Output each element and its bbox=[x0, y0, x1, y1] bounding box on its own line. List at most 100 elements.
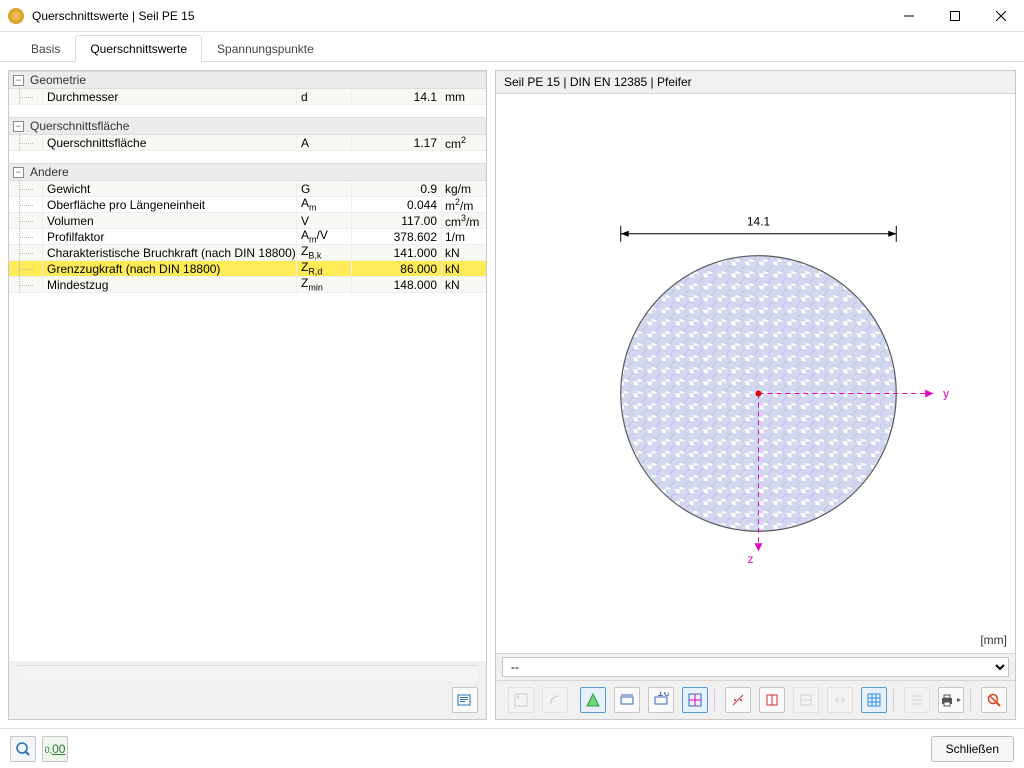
table-row[interactable]: Gewicht G 0.9 kg/m bbox=[9, 181, 486, 197]
prop-label: Querschnittsfläche bbox=[43, 136, 296, 150]
table-row[interactable]: Durchmesser d 14.1 mm bbox=[9, 89, 486, 105]
collapse-icon[interactable]: − bbox=[13, 75, 24, 86]
section-title: Querschnittsfläche bbox=[30, 119, 129, 133]
close-window-button[interactable] bbox=[978, 0, 1024, 32]
section-header-andere[interactable]: − Andere bbox=[9, 163, 486, 181]
units-button[interactable]: 0,00 bbox=[42, 736, 68, 762]
window-title: Querschnittswerte | Seil PE 15 bbox=[32, 9, 886, 23]
prop-symbol: Zmin bbox=[296, 276, 352, 292]
prop-value: 117.00 bbox=[352, 214, 442, 228]
show-section-button[interactable] bbox=[580, 687, 606, 713]
section-title: Andere bbox=[30, 165, 69, 179]
prop-unit: kN bbox=[442, 278, 486, 292]
axis-z-label: z bbox=[748, 552, 754, 566]
prop-value: 0.9 bbox=[352, 182, 442, 196]
window-controls bbox=[886, 0, 1024, 32]
tab-basis[interactable]: Basis bbox=[16, 35, 75, 62]
prop-symbol: A bbox=[296, 136, 352, 150]
table-row-selected[interactable]: Grenzzugkraft (nach DIN 18800) ZR,d 86.0… bbox=[9, 261, 486, 277]
tab-querschnittswerte[interactable]: Querschnittswerte bbox=[75, 35, 202, 62]
prop-label: Profilfaktor bbox=[43, 230, 296, 244]
maximize-button[interactable] bbox=[932, 0, 978, 32]
tree-branch-icon bbox=[9, 261, 43, 276]
prop-symbol: Am/V bbox=[296, 228, 352, 244]
minimize-button[interactable] bbox=[886, 0, 932, 32]
prop-unit: 1/m bbox=[442, 230, 486, 244]
prop-unit: kg/m bbox=[442, 182, 486, 196]
prop-unit: kN bbox=[442, 262, 486, 276]
tree-branch-icon bbox=[9, 197, 43, 212]
section-title: Geometrie bbox=[30, 73, 86, 87]
preview-toolbar: 100 bbox=[496, 680, 1015, 719]
prop-unit: mm bbox=[442, 90, 486, 104]
table-row[interactable]: Querschnittsfläche A 1.17 cm2 bbox=[9, 135, 486, 151]
prop-value: 1.17 bbox=[352, 136, 442, 150]
prop-unit: cm2 bbox=[442, 135, 486, 151]
prop-label: Durchmesser bbox=[43, 90, 296, 104]
stress-point-button[interactable] bbox=[508, 687, 534, 713]
unit-tag: [mm] bbox=[980, 633, 1007, 647]
tree-branch-icon bbox=[9, 229, 43, 244]
show-stress-y-button[interactable] bbox=[759, 687, 785, 713]
prop-symbol: G bbox=[296, 182, 352, 196]
collapse-icon[interactable]: − bbox=[13, 121, 24, 132]
section-header-querschnittsflaeche[interactable]: − Querschnittsfläche bbox=[9, 117, 486, 135]
prop-value: 0.044 bbox=[352, 198, 442, 212]
prop-value: 14.1 bbox=[352, 90, 442, 104]
prop-symbol: Am bbox=[296, 196, 352, 212]
show-grid-button[interactable] bbox=[861, 687, 887, 713]
app-icon bbox=[8, 8, 24, 24]
status-combo[interactable]: -- bbox=[502, 657, 1009, 677]
prop-unit: m2/m bbox=[442, 197, 486, 213]
prop-unit: kN bbox=[442, 246, 486, 260]
show-weld-button[interactable] bbox=[827, 687, 853, 713]
prop-value: 86.000 bbox=[352, 262, 442, 276]
tree-branch-icon bbox=[9, 245, 43, 260]
show-dimensions-button[interactable] bbox=[614, 687, 640, 713]
preview-viewport[interactable]: 14.1 y z [mm] bbox=[496, 94, 1015, 653]
show-values-button[interactable]: 100 bbox=[648, 687, 674, 713]
prop-label: Volumen bbox=[43, 214, 296, 228]
properties-grid[interactable]: − Geometrie Durchmesser d 14.1 mm − Quer… bbox=[9, 71, 486, 661]
section-header-geometrie[interactable]: − Geometrie bbox=[9, 71, 486, 89]
table-row[interactable]: Volumen V 117.00 cm3/m bbox=[9, 213, 486, 229]
prop-unit: cm3/m bbox=[442, 213, 486, 229]
tree-branch-icon bbox=[9, 89, 43, 104]
horizontal-scrollbar[interactable] bbox=[17, 665, 478, 681]
toolbar-separator bbox=[714, 689, 715, 711]
properties-pane: − Geometrie Durchmesser d 14.1 mm − Quer… bbox=[8, 70, 487, 720]
show-stress-z-button[interactable] bbox=[793, 687, 819, 713]
preview-pane: Seil PE 15 | DIN EN 12385 | Pfeifer bbox=[495, 70, 1016, 720]
prop-symbol: V bbox=[296, 214, 352, 228]
axis-z-arrow-icon bbox=[755, 543, 763, 551]
close-button[interactable]: Schließen bbox=[931, 736, 1014, 762]
tree-branch-icon bbox=[9, 181, 43, 196]
axis-y-label: y bbox=[943, 386, 949, 400]
table-row[interactable]: Profilfaktor Am/V 378.602 1/m bbox=[9, 229, 486, 245]
prop-label: Oberfläche pro Längeneinheit bbox=[43, 198, 296, 212]
table-row[interactable]: Mindestzug Zmin 148.000 kN bbox=[9, 277, 486, 293]
collapse-icon[interactable]: − bbox=[13, 167, 24, 178]
help-button[interactable] bbox=[10, 736, 36, 762]
list-view-button[interactable] bbox=[904, 687, 930, 713]
table-row[interactable]: Oberfläche pro Längeneinheit Am 0.044 m2… bbox=[9, 197, 486, 213]
prop-value: 141.000 bbox=[352, 246, 442, 260]
tab-bar: Basis Querschnittswerte Spannungspunkte bbox=[0, 32, 1024, 62]
prop-label: Grenzzugkraft (nach DIN 18800) bbox=[43, 262, 296, 276]
prop-label: Charakteristische Bruchkraft (nach DIN 1… bbox=[43, 246, 296, 260]
show-axes-button[interactable] bbox=[682, 687, 708, 713]
toolbar-separator bbox=[893, 689, 894, 711]
table-row[interactable]: Charakteristische Bruchkraft (nach DIN 1… bbox=[9, 245, 486, 261]
print-button[interactable] bbox=[938, 687, 964, 713]
prop-symbol: d bbox=[296, 90, 352, 104]
extension-button[interactable] bbox=[542, 687, 568, 713]
prop-label: Mindestzug bbox=[43, 278, 296, 292]
prop-symbol: ZB,k bbox=[296, 244, 352, 260]
export-button[interactable] bbox=[452, 687, 478, 713]
axis-y-arrow-icon bbox=[925, 389, 933, 397]
prop-symbol: ZR,d bbox=[296, 260, 352, 276]
titlebar: Querschnittswerte | Seil PE 15 bbox=[0, 0, 1024, 32]
tab-spannungspunkte[interactable]: Spannungspunkte bbox=[202, 35, 329, 62]
show-shear-button[interactable] bbox=[725, 687, 751, 713]
reset-view-button[interactable] bbox=[981, 687, 1007, 713]
